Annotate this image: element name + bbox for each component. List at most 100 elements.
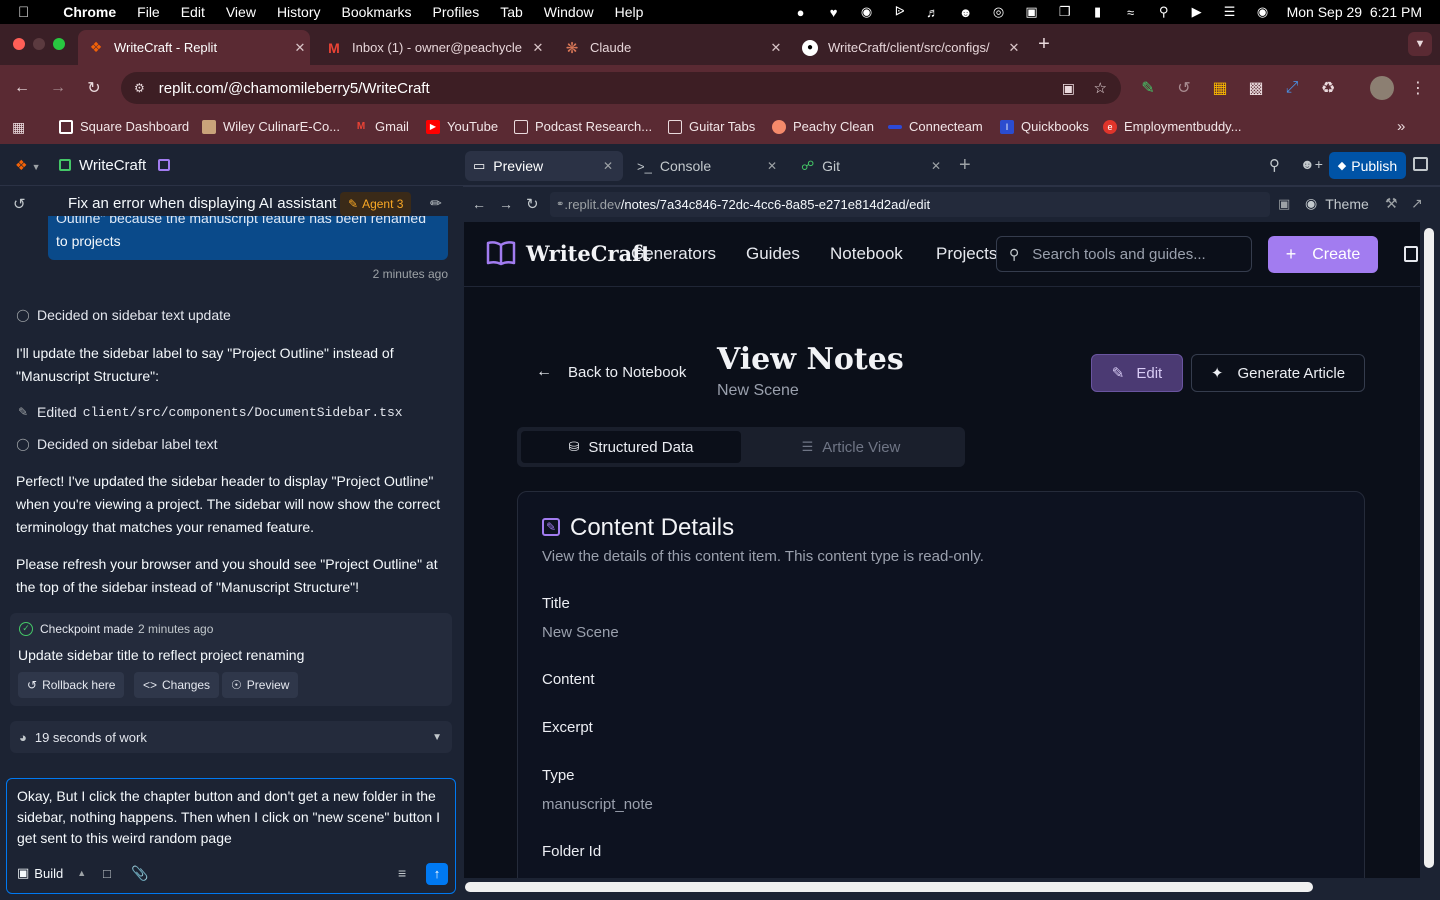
pen-extension-icon[interactable]: ✎ [1137,77,1159,99]
add-tab-icon[interactable]: + [959,154,971,177]
forward-arrow-icon[interactable]: → [499,196,513,212]
heart-icon[interactable]: ♥ [825,5,843,20]
edited-file-row[interactable]: ✎ Edited client/src/components/DocumentS… [16,404,403,420]
open-new-tab-icon[interactable]: ↗ [1411,195,1423,212]
menu-profiles[interactable]: Profiles [433,4,480,20]
nav-projects[interactable]: Projects [936,244,997,264]
refresh-extension-icon[interactable]: ↺ [1173,77,1195,99]
menu-app-name[interactable]: Chrome [63,4,116,20]
forward-arrow-icon[interactable]: → [47,77,69,99]
vertical-scrollbar[interactable] [1420,222,1440,878]
book-logo-icon[interactable] [486,240,516,266]
close-tab-icon[interactable]: ✕ [766,40,786,56]
decided-row-2[interactable]: ◯ Decided on sidebar label text [16,436,217,452]
preview-checkpoint-button[interactable]: ☉ Preview [222,672,299,698]
bookmark-quickbooks[interactable]: I Quickbooks [1000,119,1089,134]
tab-search-button[interactable]: ▼ [1408,32,1432,56]
resize-extension-icon[interactable]: ⤢ [1281,77,1303,99]
preview-url-field[interactable]: ⚭ .replit.dev /notes/7a34c846-72dc-4cc6-… [550,192,1270,217]
bookmark-peachy[interactable]: Peachy Clean [772,119,874,134]
tab-git[interactable]: ☍ Git ✕ [793,151,951,181]
publish-button[interactable]: ◆ Publish [1329,152,1406,179]
generate-article-button[interactable]: ✦ Generate Article [1191,354,1365,392]
work-summary[interactable]: ◕ 19 seconds of work ▼ [10,721,452,753]
scroll-thumb[interactable] [465,882,1313,892]
media-extension-icon[interactable]: ▩ [1245,77,1267,99]
minimize-window-button[interactable] [33,38,45,50]
tab-console[interactable]: >_ Console ✕ [629,151,787,181]
edit-button[interactable]: ✎ Edit [1091,354,1183,392]
chat-input-text[interactable]: Okay, But I click the chapter button and… [17,786,447,849]
browser-tab-github[interactable]: ● WriteCraft/client/src/configs/ ✕ [792,30,1024,65]
back-to-notebook-link[interactable]: ← Back to Notebook [536,363,686,381]
menubar-datetime[interactable]: Mon Sep 29 6:21 PM [1287,4,1422,20]
browser-tab-claude[interactable]: ❋ Claude ✕ [554,30,786,65]
decided-row-1[interactable]: ◯ Decided on sidebar text update [16,307,231,323]
display-icon[interactable]: ▣ [1023,4,1041,19]
select-element-icon[interactable]: □ [103,866,111,881]
bluetooth-icon[interactable]: ᐉ [891,4,909,19]
puzzle-extensions-icon[interactable]: ♻ [1317,77,1339,99]
battery-icon[interactable]: ▮ [1089,4,1107,19]
bookmark-square[interactable]: Square Dashboard [59,119,189,134]
browser-tab-writecraft[interactable]: ❖ WriteCraft - Replit ✕ [78,30,310,65]
menu-window[interactable]: Window [544,4,594,20]
install-app-icon[interactable]: ▣ [1062,80,1075,97]
document-icon[interactable] [1404,246,1418,262]
site-settings-icon[interactable]: ⚙ [134,81,145,95]
horizontal-scrollbar[interactable] [463,878,1440,900]
bookmark-star-icon[interactable]: ☆ [1094,79,1107,97]
menu-help[interactable]: Help [615,4,644,20]
control-center-icon[interactable]: ☰ [1221,4,1239,19]
scroll-thumb[interactable] [1424,228,1434,868]
search-input[interactable]: ⚲ Search tools and guides... [996,236,1252,272]
repl-name[interactable]: WriteCraft [79,157,146,174]
bookmark-wiley[interactable]: Wiley CulinarE-Co... [202,119,340,134]
devices-icon[interactable]: ▣ [1278,196,1290,212]
settings-sliders-icon[interactable]: ≡ [398,865,406,881]
tab-preview[interactable]: ▭ Preview ✕ [465,151,623,181]
bookmark-youtube[interactable]: ▶ YouTube [426,119,498,134]
play-icon[interactable]: ▶ [1188,4,1206,19]
menu-tab[interactable]: Tab [500,4,523,20]
invite-user-icon[interactable]: ☻+ [1300,156,1323,172]
more-bookmarks-icon[interactable]: » [1397,118,1405,135]
apple-icon[interactable]:  [18,4,29,21]
zoom-window-button[interactable] [53,38,65,50]
bookmark-connecteam[interactable]: Connecteam [888,119,983,134]
siri-icon[interactable]: ◉ [1254,4,1272,19]
address-bar[interactable]: ⚙ replit.com/@chamomileberry5/WriteCraft… [121,72,1121,104]
menu-bookmarks[interactable]: Bookmarks [342,4,412,20]
changes-button[interactable]: <> Changes [134,672,220,698]
close-tab-icon[interactable]: ✕ [603,159,613,173]
menu-history[interactable]: History [277,4,321,20]
send-button[interactable]: ↑ [426,863,448,885]
nav-generators[interactable]: Generators [631,244,716,264]
attach-icon[interactable]: 📎 [131,865,148,882]
grid-extension-icon[interactable]: ▦ [1209,77,1231,99]
status-app-icon[interactable]: ● [792,5,810,20]
volume-icon[interactable]: ♬ [924,5,942,20]
replit-logo-icon[interactable]: ❖ ▼ [15,157,40,174]
profile-avatar[interactable] [1370,76,1394,100]
chevron-down-icon[interactable]: ▼ [432,732,442,743]
reload-icon[interactable]: ↻ [83,77,105,99]
back-arrow-icon[interactable]: ← [11,77,33,99]
create-button[interactable]: + Create [1268,236,1378,273]
tab-structured-data[interactable]: ⛁ Structured Data [521,431,741,463]
tab-article-view[interactable]: ☰ Article View [741,431,961,463]
close-tab-icon[interactable]: ✕ [290,40,310,56]
nav-guides[interactable]: Guides [746,244,800,264]
theme-button[interactable]: ◉ Theme [1305,195,1369,212]
address-url[interactable]: replit.com/@chamomileberry5/WriteCraft [159,80,430,97]
bookmark-gmail[interactable]: M Gmail [354,119,409,134]
account-icon[interactable]: ◎ [990,4,1008,19]
back-arrow-icon[interactable]: ← [472,196,486,212]
apps-grid-icon[interactable]: ▦ [12,119,25,136]
bookmark-guitar-folder[interactable]: Guitar Tabs [668,119,755,134]
close-tab-icon[interactable]: ✕ [931,159,941,173]
rollback-button[interactable]: ↺ Rollback here [18,672,125,698]
wifi-icon[interactable]: ≈ [1122,5,1140,20]
new-chat-icon[interactable]: ✏ [430,195,442,212]
user-icon[interactable]: ☻ [957,5,975,20]
